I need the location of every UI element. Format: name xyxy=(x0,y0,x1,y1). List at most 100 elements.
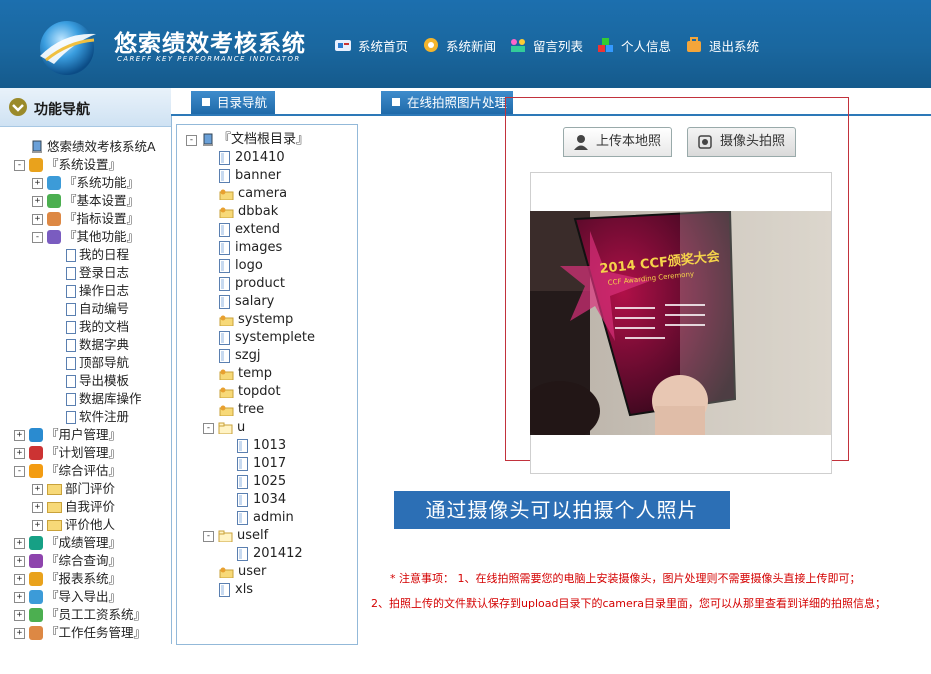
expand-toggle[interactable]: + xyxy=(14,627,25,639)
sidebar-item[interactable]: 导出模板 xyxy=(66,372,129,390)
sidebar-item[interactable]: + 『工作任务管理』 xyxy=(14,624,146,642)
expand-toggle[interactable]: + xyxy=(14,573,25,585)
expand-toggle[interactable]: + xyxy=(14,429,25,441)
sidebar-item[interactable]: 我的文档 xyxy=(66,318,129,336)
doc-tree-label: uself xyxy=(237,528,269,543)
expand-toggle[interactable]: + xyxy=(14,591,25,603)
document-icon xyxy=(237,547,248,561)
sidebar-item-label: 自动编号 xyxy=(79,301,130,316)
expand-toggle[interactable]: + xyxy=(32,177,43,189)
doc-tree-item[interactable]: 1017 xyxy=(237,455,286,473)
doc-tree-item[interactable]: product xyxy=(219,275,285,293)
doc-tree-item[interactable]: systemplete xyxy=(219,329,315,347)
expand-toggle[interactable]: + xyxy=(14,609,25,621)
expand-toggle[interactable]: + xyxy=(14,555,25,567)
doc-tree-item[interactable]: admin xyxy=(237,509,294,527)
sidebar-item[interactable]: + 自我评价 xyxy=(32,498,115,516)
collapse-toggle[interactable]: - xyxy=(203,530,214,542)
doc-tree-item[interactable]: 201412 xyxy=(237,545,303,563)
sidebar-item[interactable]: - 『其他功能』 xyxy=(32,228,139,246)
sidebar-item[interactable]: 操作日志 xyxy=(66,282,129,300)
sidebar-item[interactable]: + 『基本设置』 xyxy=(32,192,139,210)
nav-home[interactable]: 系统首页 xyxy=(334,36,408,54)
open-folder-icon xyxy=(218,530,233,542)
nav-toggle-icon[interactable] xyxy=(8,97,28,117)
camera-capture-button[interactable]: 摄像头拍照 xyxy=(687,127,797,157)
locked-folder-icon xyxy=(219,405,234,416)
doc-tree-item[interactable]: extend xyxy=(219,221,280,239)
collapse-toggle[interactable]: - xyxy=(203,422,214,434)
doc-tree-item[interactable]: salary xyxy=(219,293,274,311)
collapse-toggle[interactable]: - xyxy=(32,231,43,243)
expand-toggle[interactable]: + xyxy=(32,519,43,531)
module-icon xyxy=(47,194,61,208)
sidebar-item[interactable]: - 『系统设置』 xyxy=(14,156,121,174)
nav-profile[interactable]: 个人信息 xyxy=(597,36,671,54)
doc-tree-item[interactable]: 201410 xyxy=(219,149,285,167)
sidebar-item[interactable]: + 『成绩管理』 xyxy=(14,534,121,552)
sidebar-item[interactable]: + 『用户管理』 xyxy=(14,426,121,444)
expand-toggle[interactable]: + xyxy=(14,537,25,549)
doc-tree-item[interactable]: 1025 xyxy=(237,473,286,491)
doc-tree-label: product xyxy=(235,276,286,291)
sidebar-item[interactable]: + 『导入导出』 xyxy=(14,588,121,606)
sidebar-item[interactable]: 顶部导航 xyxy=(66,354,129,372)
expand-toggle[interactable]: + xyxy=(14,447,25,459)
upload-local-button[interactable]: 上传本地照 xyxy=(563,127,673,157)
doc-tree-item[interactable]: 1034 xyxy=(237,491,286,509)
doc-tree-item[interactable]: - uself xyxy=(203,527,268,545)
nav-logout[interactable]: 退出系统 xyxy=(685,36,759,54)
locked-folder-icon xyxy=(219,207,234,218)
sidebar-item-label: 『系统功能』 xyxy=(64,175,140,190)
doc-tree-item[interactable]: topdot xyxy=(219,383,281,401)
sidebar-item[interactable]: + 『综合查询』 xyxy=(14,552,121,570)
expand-toggle[interactable]: + xyxy=(32,195,43,207)
sidebar-item[interactable]: - 『综合评估』 xyxy=(14,462,121,480)
doc-tree-item[interactable]: -u xyxy=(203,419,245,437)
sidebar-item[interactable]: 数据库操作 xyxy=(66,390,142,408)
sidebar-item[interactable]: + 部门评价 xyxy=(32,480,115,498)
doc-tree-item[interactable]: dbbak xyxy=(219,203,278,221)
doc-tree-item[interactable]: banner xyxy=(219,167,281,185)
doc-tree-item[interactable]: user xyxy=(219,563,266,581)
collapse-toggle[interactable]: - xyxy=(14,465,25,477)
upload-local-label: 上传本地照 xyxy=(596,134,662,149)
collapse-toggle[interactable]: - xyxy=(186,134,197,146)
tab-directory-nav[interactable]: 目录导航 xyxy=(191,91,275,114)
doc-tree-item[interactable]: camera xyxy=(219,185,287,203)
tab-online-photo[interactable]: 在线拍照图片处理 xyxy=(381,91,513,114)
sidebar-item[interactable]: + 『指标设置』 xyxy=(32,210,139,228)
camera-capture-label: 摄像头拍照 xyxy=(720,134,786,149)
doc-tree-root[interactable]: - 『文档根目录』 xyxy=(186,131,309,149)
doc-tree-item[interactable]: systemp xyxy=(219,311,293,329)
sidebar-item[interactable]: 软件注册 xyxy=(66,408,129,426)
sidebar-item[interactable]: + 『计划管理』 xyxy=(14,444,121,462)
expand-toggle[interactable]: + xyxy=(32,213,43,225)
doc-tree-item[interactable]: szgj xyxy=(219,347,260,365)
doc-tree-label: 201412 xyxy=(253,546,303,561)
document-icon xyxy=(237,493,248,507)
doc-tree-item[interactable]: xls xyxy=(219,581,253,599)
sidebar-item-label: 顶部导航 xyxy=(79,355,130,370)
nav-messages[interactable]: 留言列表 xyxy=(509,36,583,54)
sidebar-item[interactable]: 登录日志 xyxy=(66,264,129,282)
sidebar-item[interactable]: 自动编号 xyxy=(66,300,129,318)
sidebar-root[interactable]: 悠索绩效考核系统A xyxy=(30,138,156,156)
collapse-toggle[interactable]: - xyxy=(14,159,25,171)
nav-news[interactable]: 系统新闻 xyxy=(422,36,496,54)
sidebar-item[interactable]: + 评价他人 xyxy=(32,516,115,534)
sidebar-item[interactable]: + 『系统功能』 xyxy=(32,174,139,192)
doc-tree-item[interactable]: images xyxy=(219,239,282,257)
sidebar-item[interactable]: 数据字典 xyxy=(66,336,129,354)
sidebar-item[interactable]: 我的日程 xyxy=(66,246,129,264)
nav-logout-label: 退出系统 xyxy=(709,38,760,54)
expand-toggle[interactable]: + xyxy=(32,483,43,495)
doc-tree-item[interactable]: 1013 xyxy=(237,437,286,455)
sidebar-item[interactable]: + 『报表系统』 xyxy=(14,570,121,588)
sidebar-item[interactable]: + 『员工工资系统』 xyxy=(14,606,146,624)
expand-toggle[interactable]: + xyxy=(32,501,43,513)
sidebar-item-label: 『成绩管理』 xyxy=(46,535,122,550)
doc-tree-item[interactable]: logo xyxy=(219,257,263,275)
doc-tree-item[interactable]: tree xyxy=(219,401,264,419)
doc-tree-item[interactable]: temp xyxy=(219,365,272,383)
